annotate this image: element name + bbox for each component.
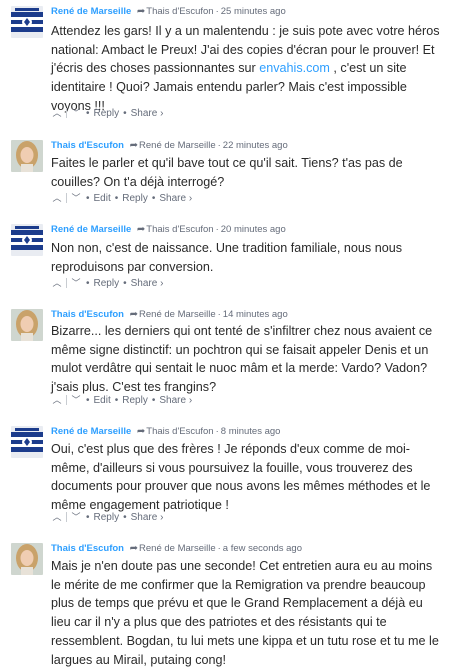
comment-footer: ︿ ﹀ • Reply • Share › — [51, 511, 163, 524]
reply-to-name[interactable]: René de Marseille — [139, 309, 216, 320]
divider — [66, 278, 67, 289]
separator: · — [217, 309, 221, 320]
divider — [66, 512, 67, 523]
share-arrow-icon: ➦ — [129, 309, 139, 320]
timestamp[interactable]: 25 minutes ago — [221, 6, 286, 17]
reply-button[interactable]: Reply — [94, 108, 120, 120]
comment-body: Non non, c'est de naissance. Une traditi… — [51, 239, 443, 276]
chevron-up-icon[interactable]: ︿ — [51, 394, 63, 406]
comment-footer: ︿ ﹀ • Reply • Share › — [51, 277, 163, 290]
comment-meta: Thais d'Escufon ➦René de Marseille · a few… — [51, 543, 302, 555]
avatar-rene[interactable] — [11, 224, 43, 256]
author-name[interactable]: René de Marseille — [51, 426, 131, 437]
comment-meta: Thais d'Escufon ➦René de Marseille · 14 mi… — [51, 309, 288, 321]
chevron-down-icon[interactable]: ﹀ — [70, 511, 82, 523]
chevron-up-icon[interactable]: ︿ — [51, 107, 63, 119]
separator: · — [215, 6, 219, 17]
comment-text: Mais je n'en doute pas une seconde! Cet … — [51, 559, 439, 667]
reply-to-name[interactable]: Thais d'Escufon — [146, 224, 213, 235]
divider — [66, 395, 67, 406]
avatar-rene[interactable] — [11, 6, 43, 38]
comment-footer: ︿ ﹀ • Edit • Reply • Share › — [51, 192, 192, 205]
separator: • — [114, 395, 119, 406]
comment-body: Attendez les gars! Il y a un malentendu … — [51, 22, 443, 116]
author-name[interactable]: Thais d'Escufon — [51, 309, 124, 320]
comment-meta: René de Marseille ➦Thais d'Escufon · 25 mi… — [51, 6, 286, 18]
edit-button[interactable]: Edit — [94, 395, 111, 407]
share-arrow-icon: ➦ — [129, 543, 139, 554]
timestamp[interactable]: a few seconds ago — [223, 543, 302, 554]
comment-text: Oui, c'est plus que des frères ! Je répo… — [51, 442, 431, 513]
divider — [66, 193, 67, 204]
author-name[interactable]: Thais d'Escufon — [51, 140, 124, 151]
separator: • — [151, 395, 156, 406]
chevron-down-icon[interactable]: ﹀ — [70, 394, 82, 406]
reply-to-name[interactable]: Thais d'Escufon — [146, 426, 213, 437]
comment-meta: René de Marseille ➦Thais d'Escufon · 8 min… — [51, 426, 280, 438]
separator: • — [86, 278, 90, 289]
separator: · — [217, 543, 221, 554]
share-arrow-icon: ➦ — [136, 6, 146, 17]
reply-button[interactable]: Reply — [94, 512, 120, 524]
separator: • — [123, 108, 127, 119]
separator: · — [217, 140, 221, 151]
chevron-up-icon[interactable]: ︿ — [51, 192, 63, 204]
reply-button[interactable]: Reply — [122, 395, 148, 407]
share-arrow-icon: ➦ — [136, 426, 146, 437]
share-button[interactable]: Share › — [159, 193, 192, 205]
edit-button[interactable]: Edit — [94, 193, 111, 205]
share-arrow-icon: ➦ — [136, 224, 146, 235]
reply-to-name[interactable]: René de Marseille — [139, 543, 216, 554]
share-button[interactable]: Share › — [131, 278, 164, 290]
chevron-down-icon[interactable]: ﹀ — [70, 107, 82, 119]
separator: • — [123, 512, 127, 523]
share-button[interactable]: Share › — [131, 108, 164, 120]
author-name[interactable]: René de Marseille — [51, 224, 131, 235]
reply-to-name[interactable]: René de Marseille — [139, 140, 216, 151]
separator: • — [86, 193, 90, 204]
reply-button[interactable]: Reply — [94, 278, 120, 290]
author-name[interactable]: Thais d'Escufon — [51, 543, 124, 554]
comment-body: Faites le parler et qu'il bave tout ce q… — [51, 154, 443, 191]
comment-footer: ︿ ﹀ • Reply • Share › — [51, 107, 163, 120]
timestamp[interactable]: 20 minutes ago — [221, 224, 286, 235]
divider — [66, 108, 67, 119]
avatar-thais[interactable] — [11, 309, 43, 341]
separator: • — [114, 193, 119, 204]
share-button[interactable]: Share › — [159, 395, 192, 407]
comment-text: Bizarre... les derniers qui ont tenté de… — [51, 324, 433, 395]
chevron-down-icon[interactable]: ﹀ — [70, 277, 82, 289]
avatar-rene[interactable] — [11, 426, 43, 458]
comment-link[interactable]: envahis.com — [259, 61, 330, 75]
avatar-thais[interactable] — [11, 140, 43, 172]
comment-text: Non non, c'est de naissance. Une traditi… — [51, 241, 403, 274]
separator: · — [215, 426, 219, 437]
timestamp[interactable]: 8 minutes ago — [221, 426, 281, 437]
timestamp[interactable]: 22 minutes ago — [223, 140, 288, 151]
separator: · — [215, 224, 219, 235]
comment-body: Oui, c'est plus que des frères ! Je répo… — [51, 440, 443, 515]
separator: • — [86, 512, 90, 523]
share-arrow-icon: ➦ — [129, 140, 139, 151]
share-button[interactable]: Share › — [131, 512, 164, 524]
chevron-down-icon[interactable]: ﹀ — [70, 192, 82, 204]
comment-body: Mais je n'en doute pas une seconde! Cet … — [51, 557, 443, 669]
separator: • — [123, 278, 127, 289]
reply-button[interactable]: Reply — [122, 193, 148, 205]
separator: • — [151, 193, 156, 204]
comment-meta: René de Marseille ➦Thais d'Escufon · 20 mi… — [51, 224, 286, 236]
chevron-up-icon[interactable]: ︿ — [51, 277, 63, 289]
author-name[interactable]: René de Marseille — [51, 6, 131, 17]
chevron-up-icon[interactable]: ︿ — [51, 511, 63, 523]
reply-to-name[interactable]: Thais d'Escufon — [146, 6, 213, 17]
separator: • — [86, 395, 90, 406]
comment-meta: Thais d'Escufon ➦René de Marseille · 22 mi… — [51, 140, 288, 152]
separator: • — [86, 108, 90, 119]
comment-text: Faites le parler et qu'il bave tout ce q… — [51, 156, 403, 189]
timestamp[interactable]: 14 minutes ago — [223, 309, 288, 320]
comment-footer: ︿ ﹀ • Edit • Reply • Share › — [51, 394, 192, 407]
avatar-thais[interactable] — [11, 543, 43, 575]
comment-body: Bizarre... les derniers qui ont tenté de… — [51, 322, 443, 397]
